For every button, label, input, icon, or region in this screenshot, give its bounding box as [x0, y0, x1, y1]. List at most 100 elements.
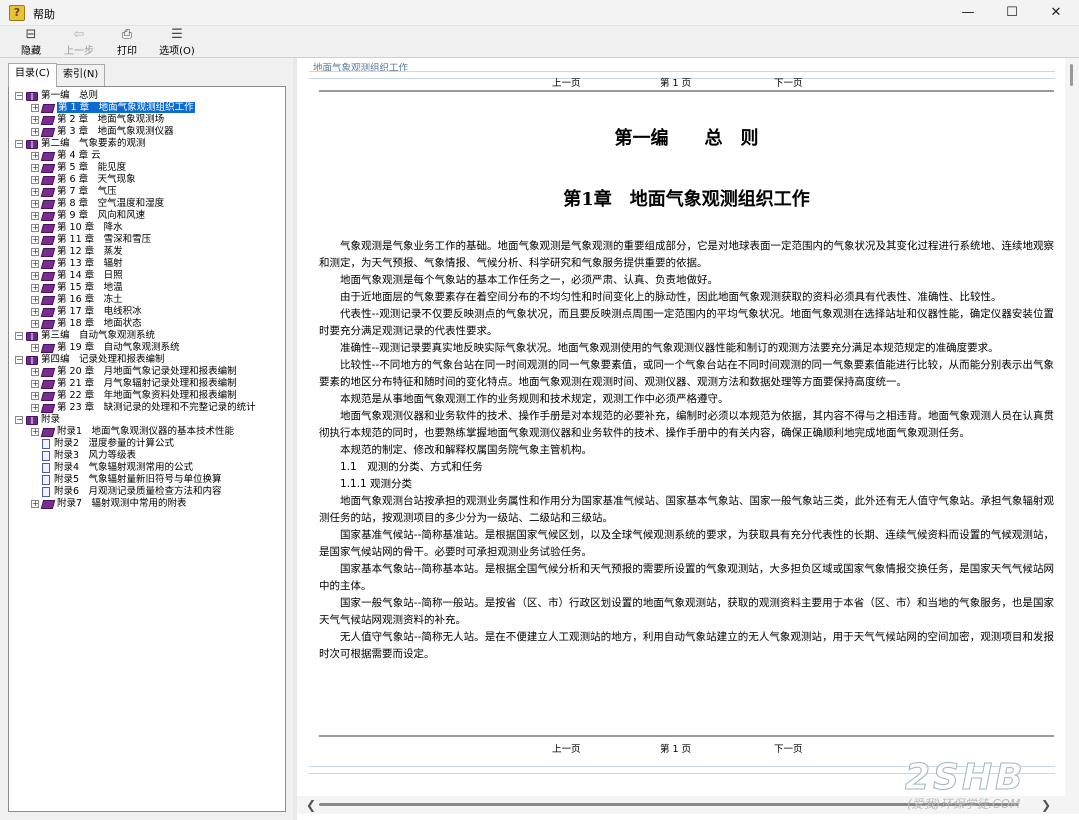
expand-icon[interactable]: + — [31, 344, 39, 352]
tree-item[interactable]: − 附录 — [15, 414, 60, 426]
expand-icon[interactable]: + — [31, 320, 39, 328]
collapse-icon[interactable]: − — [15, 140, 23, 148]
tree-item-label: 第 8 章 空气温度和湿度 — [57, 198, 165, 209]
tree-item[interactable]: + 第 20 章 月地面气象记录处理和报表编制 — [31, 366, 237, 378]
expand-icon[interactable]: + — [31, 164, 39, 172]
tree-item[interactable]: + 第 8 章 空气温度和湿度 — [31, 198, 164, 210]
tree-item-label: 附录2 湿度参量的计算公式 — [54, 438, 175, 449]
minimize-button[interactable]: — — [946, 0, 990, 26]
expand-icon[interactable]: + — [31, 380, 39, 388]
tree-item[interactable]: + 附录1 地面气象观测仪器的基本技术性能 — [31, 426, 234, 438]
expand-icon[interactable]: + — [31, 308, 39, 316]
body-paragraph: 准确性--观测记录要真实地反映实际气象状况。地面气象观测使用的气象观测仪器性能和… — [340, 342, 999, 354]
expand-icon[interactable]: + — [31, 428, 39, 436]
tree-item[interactable]: + 第 13 章 辐射 — [31, 258, 123, 270]
tree-item[interactable]: − 第一编 总则 — [15, 90, 98, 102]
tree-item[interactable]: + 第 3 章 地面气象观测仪器 — [31, 126, 174, 138]
collapse-icon[interactable]: − — [15, 332, 23, 340]
expand-icon[interactable]: + — [31, 296, 39, 304]
expand-icon[interactable]: + — [31, 212, 39, 220]
collapse-icon[interactable]: − — [15, 92, 23, 100]
body-paragraph: 气象观测是气象业务工作的基础。地面气象观测是气象观测的重要组成部分，它是对地球表… — [319, 240, 1054, 269]
tree-item[interactable]: + 第 4 章 云 — [31, 150, 101, 162]
next-page-link-bottom[interactable]: 下一页 — [774, 741, 803, 755]
tree-item[interactable]: 附录5 气象辐射量新旧符号与单位换算 — [31, 474, 222, 486]
body-paragraph: 由于近地面层的气象要素存在着空间分布的不均匀性和时间变化上的脉动性，因此地面气象… — [340, 291, 1002, 303]
tree-item[interactable]: + 第 9 章 风向和风速 — [31, 210, 145, 222]
collapse-icon[interactable]: − — [15, 416, 23, 424]
tree-item[interactable]: − 第二编 气象要素的观测 — [15, 138, 146, 150]
expand-icon[interactable]: + — [31, 272, 39, 280]
tree-item[interactable]: + 第 15 章 地温 — [31, 282, 123, 294]
tree-item[interactable]: 附录3 风力等级表 — [31, 450, 136, 462]
expand-icon[interactable]: + — [31, 116, 39, 124]
tree-item[interactable]: + 第 11 章 雪深和雪压 — [31, 234, 151, 246]
tree-item[interactable]: + 第 23 章 缺测记录的处理和不完整记录的统计 — [31, 402, 256, 414]
tree-item-label: 附录4 气象辐射观测常用的公式 — [54, 462, 194, 473]
tree-item[interactable]: + 第 22 章 年地面气象资料处理和报表编制 — [31, 390, 237, 402]
collapse-icon[interactable]: − — [15, 356, 23, 364]
tree-item[interactable]: + 第 7 章 气压 — [31, 186, 117, 198]
tree-item[interactable]: 附录2 湿度参量的计算公式 — [31, 438, 174, 450]
closed-book-icon — [40, 163, 56, 173]
body-paragraph: 代表性--观测记录不仅要反映测点的气象状况，而且要反映测点周围一定范围内的平均气… — [319, 308, 1054, 337]
open-book-icon — [26, 91, 38, 101]
maximize-button[interactable]: ☐ — [990, 0, 1034, 26]
body-paragraph: 地面气象观测台站按承担的观测业务属性和作用分为国家基准气候站、国家基本气象站、国… — [319, 495, 1054, 524]
tree-item[interactable]: + 第 5 章 能见度 — [31, 162, 126, 174]
tree-item[interactable]: + 第 17 章 电线积冰 — [31, 306, 142, 318]
expand-icon[interactable]: + — [31, 260, 39, 268]
closed-book-icon — [40, 427, 56, 437]
expand-icon[interactable]: + — [31, 200, 39, 208]
expand-icon[interactable]: + — [31, 236, 39, 244]
expand-icon[interactable]: + — [31, 188, 39, 196]
prev-page-link[interactable]: 上一页 — [552, 75, 581, 89]
vertical-scrollbar[interactable] — [1065, 58, 1079, 800]
prev-page-link-bottom[interactable]: 上一页 — [552, 741, 581, 755]
tree-item-label: 第 22 章 年地面气象资料处理和报表编制 — [57, 390, 237, 401]
tree-item[interactable]: + 第 18 章 地面状态 — [31, 318, 142, 330]
tree-item[interactable]: − 第四编 记录处理和报表编制 — [15, 354, 165, 366]
hide-button[interactable]: ⊟ 隐藏 — [8, 27, 54, 57]
tree-item[interactable]: + 第 21 章 月气象辐射记录处理和报表编制 — [31, 378, 237, 390]
closed-book-icon — [40, 499, 56, 509]
tree-item-label: 第 6 章 天气现象 — [57, 174, 136, 185]
expand-icon[interactable]: + — [31, 368, 39, 376]
tree-item[interactable]: + 第 12 章 蒸发 — [31, 246, 123, 258]
tree-item[interactable]: 附录6 月观测记录质量检查方法和内容 — [31, 486, 222, 498]
expand-icon[interactable]: + — [31, 176, 39, 184]
print-button[interactable]: ⎙ 打印 — [104, 27, 150, 57]
expand-icon[interactable]: + — [31, 284, 39, 292]
body-paragraph: 本规范的制定、修改和解释权属国务院气象主管机构。 — [340, 444, 592, 456]
vertical-scroll-thumb[interactable] — [1070, 64, 1073, 86]
tree-item[interactable]: + 第 19 章 自动气象观测系统 — [31, 342, 180, 354]
expand-icon[interactable]: + — [31, 224, 39, 232]
tree-item-selected[interactable]: + 第 1 章 地面气象观测组织工作 — [31, 102, 195, 114]
tree-item[interactable]: + 第 6 章 天气现象 — [31, 174, 136, 186]
tree-item[interactable]: + 第 2 章 地面气象观测场 — [31, 114, 164, 126]
tree-item[interactable]: + 第 10 章 降水 — [31, 222, 123, 234]
tree-item[interactable]: − 第三编 自动气象观测系统 — [15, 330, 155, 342]
expand-icon[interactable]: + — [31, 392, 39, 400]
tab-contents[interactable]: 目录(C) — [8, 63, 57, 87]
expand-icon[interactable]: + — [31, 152, 39, 160]
expand-icon[interactable]: + — [31, 104, 39, 112]
tab-index[interactable]: 索引(N) — [56, 64, 106, 86]
help-app-icon: ? — [9, 5, 25, 21]
expand-icon[interactable]: + — [31, 500, 39, 508]
next-page-link[interactable]: 下一页 — [774, 75, 803, 89]
expand-icon[interactable]: + — [31, 128, 39, 136]
closed-book-icon — [40, 175, 56, 185]
options-button[interactable]: ☰ 选项(O) — [152, 27, 202, 57]
expand-icon[interactable]: + — [31, 404, 39, 412]
tree-item[interactable]: 附录4 气象辐射观测常用的公式 — [31, 462, 193, 474]
close-button[interactable]: ✕ — [1034, 0, 1078, 26]
tree-item[interactable]: + 附录7 辐射观测中常用的附表 — [31, 498, 187, 510]
back-button[interactable]: ⇦ 上一步 — [56, 27, 102, 57]
scroll-left-icon[interactable]: ❮ — [306, 798, 316, 812]
topic-page-icon — [42, 475, 50, 485]
tree-item[interactable]: + 第 14 章 日照 — [31, 270, 123, 282]
tree-item[interactable]: + 第 16 章 冻土 — [31, 294, 123, 306]
expand-icon[interactable]: + — [31, 248, 39, 256]
hide-pane-icon: ⊟ — [25, 27, 37, 42]
